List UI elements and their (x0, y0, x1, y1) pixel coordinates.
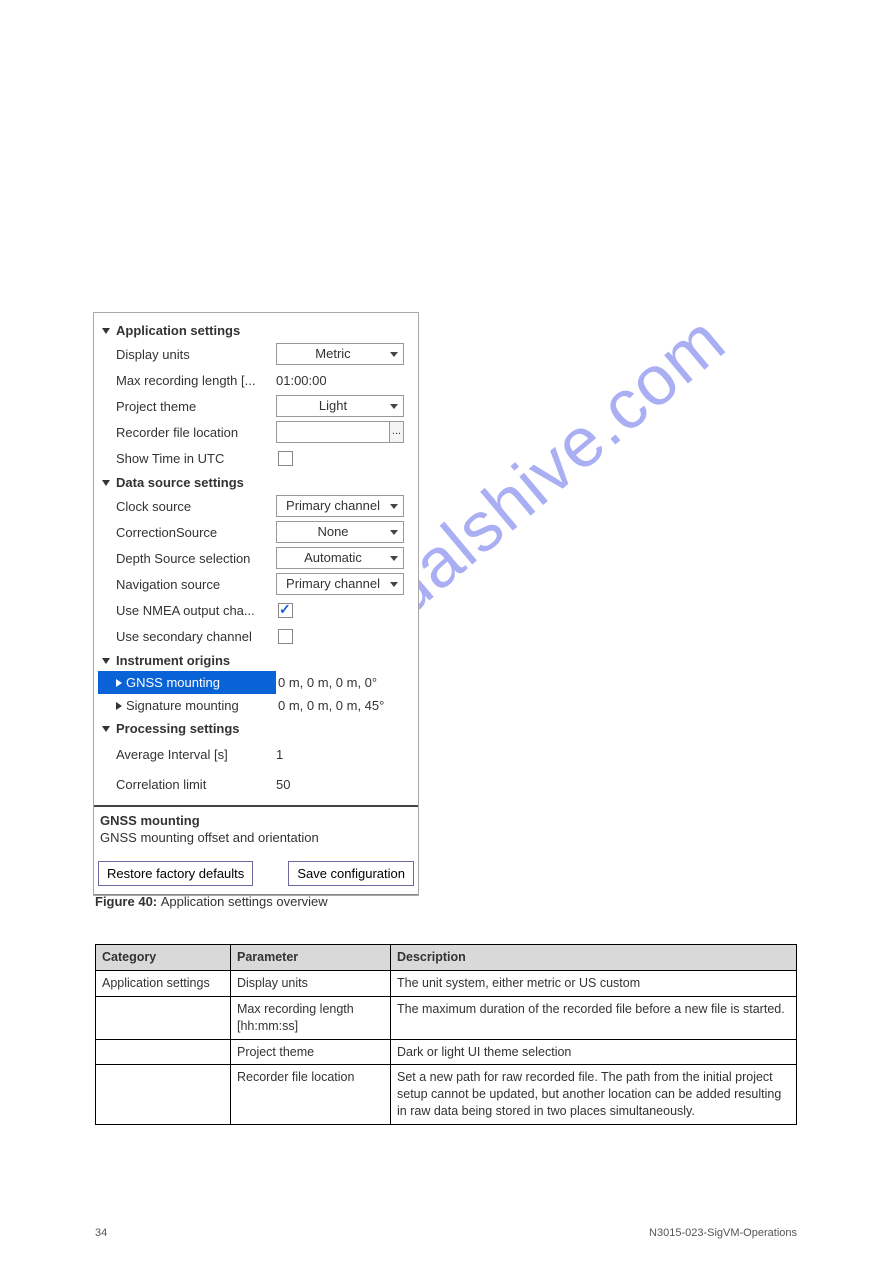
row-use-nmea: Use NMEA output cha... (98, 597, 414, 623)
row-depth-source: Depth Source selection Automatic (98, 545, 414, 571)
table-row: Recorder file location Set a new path fo… (96, 1065, 797, 1125)
caption-prefix: Figure 40: (95, 894, 161, 909)
label-nav-source: Navigation source (116, 577, 276, 592)
row-correction-source: CorrectionSource None (98, 519, 414, 545)
row-correlation-limit: Correlation limit 50 (98, 769, 414, 799)
section-label: Application settings (116, 323, 240, 338)
td-description: Dark or light UI theme selection (391, 1039, 797, 1065)
label-max-recording: Max recording length [... (116, 373, 276, 388)
section-application-settings[interactable]: Application settings (98, 319, 414, 341)
th-category: Category (96, 945, 231, 971)
label-gnss-mounting: GNSS mounting (126, 675, 220, 690)
chevron-down-icon (102, 328, 110, 334)
select-display-units[interactable]: Metric (276, 343, 404, 365)
chevron-right-icon (116, 679, 122, 687)
label-correlation-limit: Correlation limit (116, 777, 276, 792)
row-signature-mounting[interactable]: Signature mounting 0 m, 0 m, 0 m, 45° (98, 694, 414, 717)
row-clock-source: Clock source Primary channel (98, 493, 414, 519)
figure-caption: Figure 40: Application settings overview (95, 894, 795, 909)
label-recorder-file: Recorder file location (116, 425, 276, 440)
th-description: Description (391, 945, 797, 971)
label-correction-source: CorrectionSource (116, 525, 276, 540)
select-depth-source[interactable]: Automatic (276, 547, 404, 569)
chevron-down-icon (102, 658, 110, 664)
section-label: Instrument origins (116, 653, 230, 668)
label-depth-source: Depth Source selection (116, 551, 276, 566)
label-display-units: Display units (116, 347, 276, 362)
help-block: GNSS mounting GNSS mounting offset and o… (94, 805, 418, 855)
help-description: GNSS mounting offset and orientation (100, 830, 412, 845)
row-recorder-file: Recorder file location ... (98, 419, 414, 445)
section-label: Data source settings (116, 475, 244, 490)
row-show-utc: Show Time in UTC (98, 445, 414, 471)
page-footer: 34 N3015-023-SigVM-Operations (95, 1227, 797, 1239)
label-signature-mounting: Signature mounting (126, 698, 239, 713)
checkbox-use-nmea[interactable] (278, 603, 293, 618)
value-gnss-mounting: 0 m, 0 m, 0 m, 0° (276, 671, 414, 694)
select-project-theme[interactable]: Light (276, 395, 404, 417)
td-category (96, 996, 231, 1039)
row-project-theme: Project theme Light (98, 393, 414, 419)
section-data-source[interactable]: Data source settings (98, 471, 414, 493)
table-row: Max recording length [hh:mm:ss] The maxi… (96, 996, 797, 1039)
td-category: Application settings (96, 970, 231, 996)
row-use-secondary: Use secondary channel (98, 623, 414, 649)
settings-panel: Application settings Display units Metri… (93, 312, 419, 896)
value-correlation-limit[interactable]: 50 (276, 777, 414, 792)
label-project-theme: Project theme (116, 399, 276, 414)
value-signature-mounting: 0 m, 0 m, 0 m, 45° (276, 694, 414, 717)
label-clock-source: Clock source (116, 499, 276, 514)
td-parameter: Max recording length [hh:mm:ss] (231, 996, 391, 1039)
label-use-secondary: Use secondary channel (116, 629, 276, 644)
help-title: GNSS mounting (100, 813, 412, 828)
caption-text: Application settings overview (161, 894, 328, 909)
value-max-recording[interactable]: 01:00:00 (276, 373, 414, 388)
page-number: 34 (95, 1227, 107, 1239)
td-parameter: Project theme (231, 1039, 391, 1065)
section-instrument-origins[interactable]: Instrument origins (98, 649, 414, 671)
td-description: The unit system, either metric or US cus… (391, 970, 797, 996)
table-row: Application settings Display units The u… (96, 970, 797, 996)
select-clock-source[interactable]: Primary channel (276, 495, 404, 517)
td-category (96, 1039, 231, 1065)
td-description: Set a new path for raw recorded file. Th… (391, 1065, 797, 1125)
chevron-down-icon (102, 726, 110, 732)
section-label: Processing settings (116, 721, 240, 736)
input-recorder-file[interactable]: ... (276, 421, 404, 443)
th-parameter: Parameter (231, 945, 391, 971)
doc-id: N3015-023-SigVM-Operations (649, 1227, 797, 1239)
restore-defaults-button[interactable]: Restore factory defaults (98, 861, 253, 886)
table-row: Project theme Dark or light UI theme sel… (96, 1039, 797, 1065)
section-processing[interactable]: Processing settings (98, 717, 414, 739)
browse-button[interactable]: ... (389, 422, 403, 442)
chevron-right-icon (116, 702, 122, 710)
checkbox-use-secondary[interactable] (278, 629, 293, 644)
recorder-file-text[interactable] (277, 422, 389, 442)
table-header-row: Category Parameter Description (96, 945, 797, 971)
label-use-nmea: Use NMEA output cha... (116, 603, 276, 618)
save-configuration-button[interactable]: Save configuration (288, 861, 414, 886)
checkbox-show-utc[interactable] (278, 451, 293, 466)
td-description: The maximum duration of the recorded fil… (391, 996, 797, 1039)
td-parameter: Display units (231, 970, 391, 996)
settings-table: Category Parameter Description Applicati… (95, 944, 797, 1125)
row-avg-interval: Average Interval [s] 1 (98, 739, 414, 769)
td-category (96, 1065, 231, 1125)
row-nav-source: Navigation source Primary channel (98, 571, 414, 597)
chevron-down-icon (102, 480, 110, 486)
label-show-utc: Show Time in UTC (116, 451, 276, 466)
row-max-recording: Max recording length [... 01:00:00 (98, 367, 414, 393)
td-parameter: Recorder file location (231, 1065, 391, 1125)
value-avg-interval[interactable]: 1 (276, 747, 414, 762)
row-gnss-mounting[interactable]: GNSS mounting 0 m, 0 m, 0 m, 0° (98, 671, 414, 694)
select-correction-source[interactable]: None (276, 521, 404, 543)
select-nav-source[interactable]: Primary channel (276, 573, 404, 595)
row-display-units: Display units Metric (98, 341, 414, 367)
label-avg-interval: Average Interval [s] (116, 747, 276, 762)
